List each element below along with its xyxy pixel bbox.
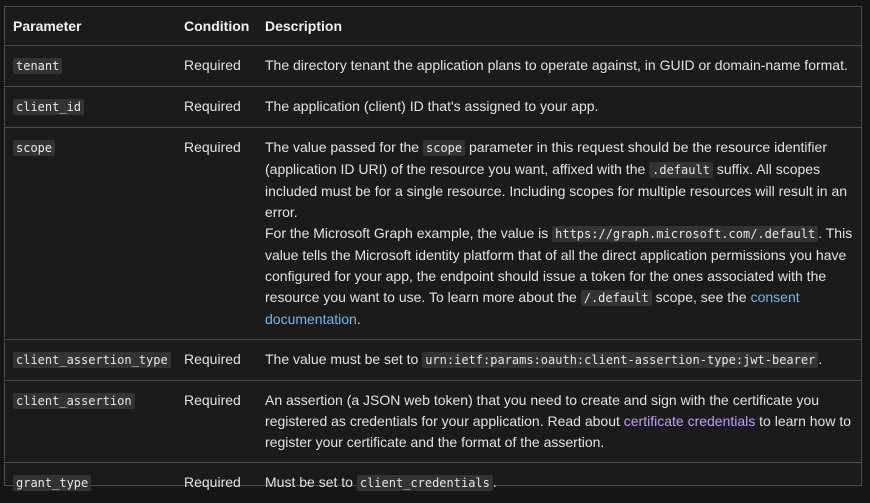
text: . [818,350,823,367]
inline-code: scope [423,139,466,156]
header-condition: Condition [176,7,257,46]
table-row: client_id Required The application (clie… [5,86,861,128]
param-cell: tenant [5,45,176,87]
condition-cell: Required [176,127,257,340]
param-cell: client_assertion [5,380,176,463]
text: . [492,473,497,490]
param-code: tenant [13,57,63,74]
condition-cell: Required [176,45,257,87]
description-paragraph: For the Microsoft Graph example, the val… [265,223,855,330]
condition-cell: Required [176,86,257,128]
certificate-credentials-link[interactable]: certificate credentials [624,413,756,429]
inline-code: https://graph.microsoft.com/.default [552,225,819,242]
text: The value must be set to [265,350,423,367]
description-cell: An assertion (a JSON web token) that you… [257,380,861,463]
table-header-row: Parameter Condition Description [5,7,861,46]
description-cell: The directory tenant the application pla… [257,45,861,87]
parameters-table: Parameter Condition Description tenant R… [5,7,861,503]
text: . [356,310,361,327]
parameters-table-container: Parameter Condition Description tenant R… [4,6,862,491]
description-cell: Must be set to client_credentials. [257,462,861,503]
table-row: client_assertion Required An assertion (… [5,380,861,463]
param-cell: client_assertion_type [5,339,176,381]
param-cell: grant_type [5,462,176,503]
description-paragraph: The value passed for the scope parameter… [265,137,855,223]
param-code: grant_type [13,474,92,491]
header-description: Description [257,7,861,46]
description-cell: The application (client) ID that's assig… [257,86,861,128]
header-parameter: Parameter [5,7,176,46]
param-code: scope [13,139,56,156]
param-cell: client_id [5,86,176,128]
description-cell: The value must be set to urn:ietf:params… [257,339,861,381]
param-code: client_id [13,98,85,115]
inline-code: .default [649,161,713,178]
table-row: grant_type Required Must be set to clien… [5,462,861,503]
text: For the Microsoft Graph example, the val… [265,224,553,241]
text: scope, see the [651,288,751,305]
description-cell: The value passed for the scope parameter… [257,127,861,340]
inline-code: /.default [580,289,652,306]
param-code: client_assertion [13,392,135,409]
param-code: client_assertion_type [13,351,171,368]
text: Must be set to [265,473,357,490]
table-row: tenant Required The directory tenant the… [5,45,861,87]
condition-cell: Required [184,473,241,490]
param-cell: scope [5,127,176,340]
condition-cell: Required [176,380,257,463]
inline-code: urn:ietf:params:oauth:client-assertion-t… [422,351,819,368]
inline-code: client_credentials [356,474,493,491]
condition-cell: Required [176,339,257,381]
table-row: scope Required The value passed for the … [5,127,861,340]
text: The value passed for the [265,138,423,155]
table-row: client_assertion_type Required The value… [5,339,861,381]
